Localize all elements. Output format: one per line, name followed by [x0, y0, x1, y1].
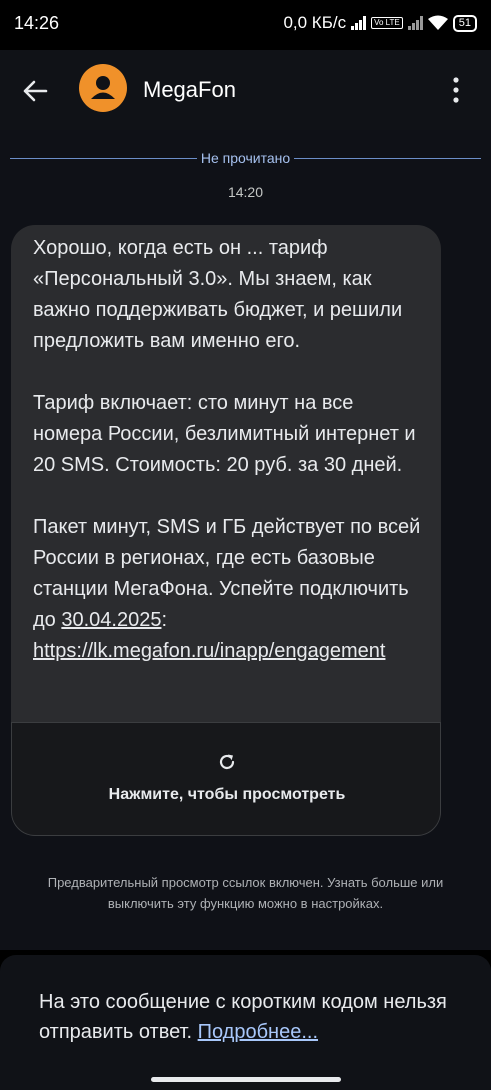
- link-preview-notice[interactable]: Предварительный просмотр ссылок включен.…: [0, 872, 491, 914]
- message-text: Хорошо, когда есть он ... тариф «Персона…: [33, 233, 428, 667]
- unread-divider-label: Не прочитано: [200, 150, 291, 166]
- contact-name[interactable]: MegaFon: [143, 77, 236, 103]
- message-paragraph: Пакет минут, SMS и ГБ действует по всей …: [33, 512, 428, 667]
- divider-line: [10, 157, 197, 159]
- person-icon: [91, 76, 115, 99]
- volte-badge: Vo LTE: [371, 17, 403, 29]
- refresh-icon: [219, 754, 235, 770]
- reply-area: На это сообщение с коротким кодом нельзя…: [0, 950, 491, 1090]
- unread-divider: Не прочитано: [0, 150, 491, 166]
- reply-disabled-card: На это сообщение с коротким кодом нельзя…: [0, 955, 491, 1090]
- back-arrow-icon[interactable]: [20, 76, 50, 106]
- reply-disabled-message: На это сообщение с коротким кодом нельзя…: [39, 987, 459, 1047]
- contact-avatar[interactable]: [79, 64, 127, 112]
- message-paragraph: Тариф включает: сто минут на все номера …: [33, 392, 416, 476]
- status-time: 14:26: [14, 13, 60, 33]
- wifi-icon: [427, 15, 448, 30]
- conversation-area[interactable]: Не прочитано 14:20 Хорошо, когда есть он…: [0, 130, 491, 950]
- url-link[interactable]: https://lk.megafon.ru/inapp/engagement: [33, 640, 385, 662]
- battery-icon: 51: [452, 14, 477, 32]
- more-options-icon[interactable]: [446, 74, 466, 106]
- message-text-segment: :: [161, 609, 168, 631]
- message-paragraph: Хорошо, когда есть он ... тариф «Персона…: [33, 237, 403, 352]
- signal-secondary-icon: [407, 16, 423, 30]
- status-indicators: 0,0 КБ/с Vo LTE 51: [283, 13, 477, 33]
- gesture-navigation-bar[interactable]: [151, 1077, 341, 1082]
- message-bubble[interactable]: Хорошо, когда есть он ... тариф «Персона…: [11, 225, 441, 836]
- learn-more-link[interactable]: Подробнее...: [198, 1021, 318, 1043]
- link-preview-label: Нажмите, чтобы просмотреть: [108, 786, 346, 803]
- link-preview-notice-text: Предварительный просмотр ссылок включен.…: [47, 875, 444, 911]
- status-bar: 14:26 0,0 КБ/с Vo LTE 51: [0, 0, 491, 50]
- app-bar: MegaFon: [0, 50, 491, 130]
- link-preview-card[interactable]: Нажмите, чтобы просмотреть: [11, 722, 441, 836]
- divider-line: [294, 157, 481, 159]
- date-link[interactable]: 30.04.2025: [61, 609, 161, 631]
- message-timestamp: 14:20: [227, 184, 264, 200]
- signal-icon: [351, 16, 367, 30]
- network-speed: 0,0 КБ/с: [283, 13, 347, 32]
